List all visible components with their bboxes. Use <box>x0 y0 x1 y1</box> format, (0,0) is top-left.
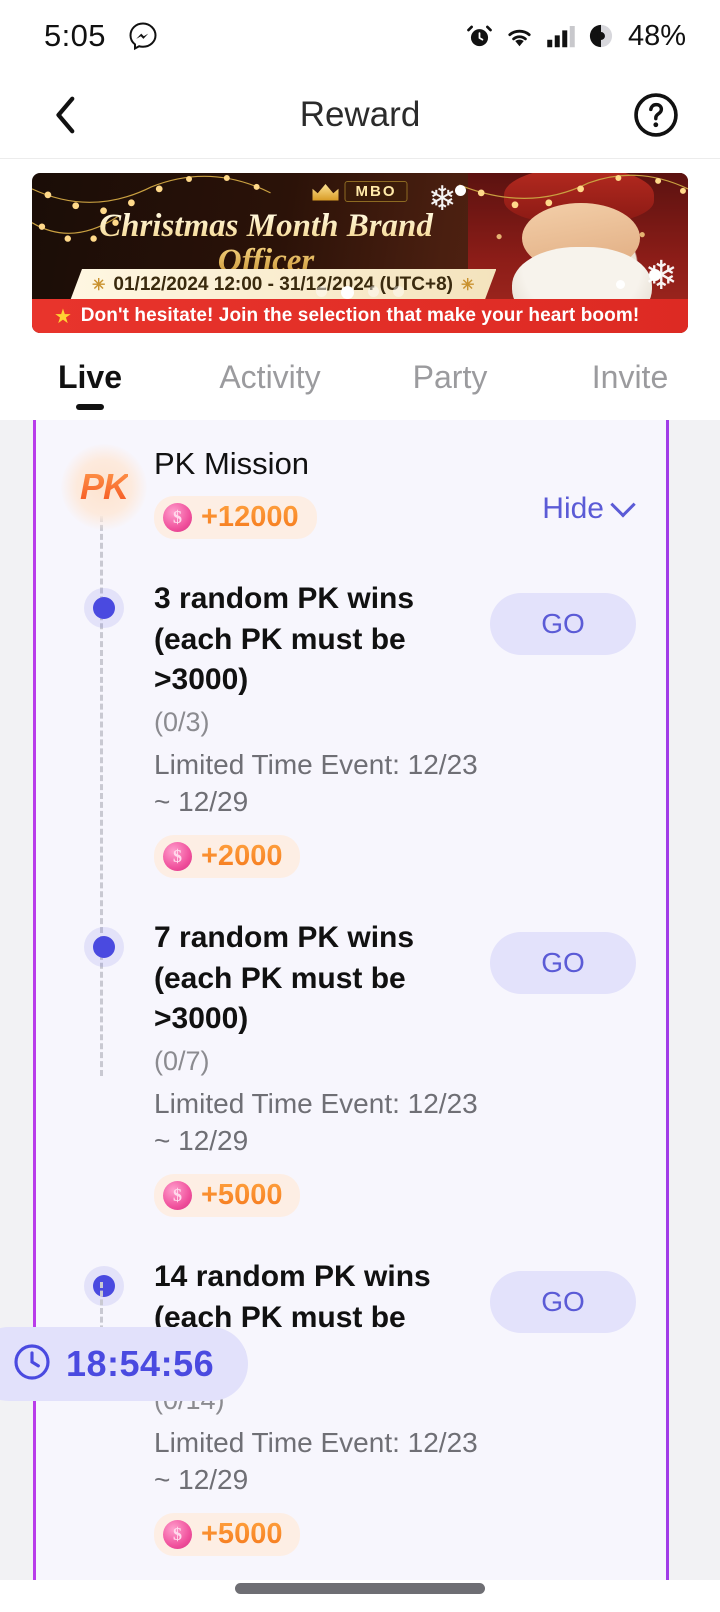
mission-scroll-area[interactable]: PK PK Mission $ +12000 Hide 3 random PK … <box>36 420 666 1580</box>
back-button[interactable] <box>38 87 94 143</box>
banner-title-line1: Christmas Month Brand Officer <box>66 209 466 278</box>
coin-icon: $ <box>163 1181 192 1211</box>
task-action-wrap: GO <box>484 918 636 1225</box>
group-icon-wrap: PK <box>58 444 150 530</box>
help-button[interactable] <box>628 87 684 143</box>
group-header: PK PK Mission $ +12000 Hide <box>36 420 666 539</box>
messenger-icon <box>128 21 158 51</box>
banner-dot[interactable] <box>316 286 327 297</box>
countdown-value: 18:54:56 <box>66 1343 215 1384</box>
group-toggle-label: Hide <box>542 492 604 525</box>
chevron-down-icon <box>610 492 636 518</box>
crown-icon <box>312 183 339 201</box>
tab-party-label: Party <box>412 359 488 395</box>
banner-dot[interactable] <box>368 286 379 297</box>
tab-invite-label: Invite <box>591 359 669 395</box>
task-progress: (0/3) <box>154 706 210 737</box>
status-bar: 5:05 48% <box>0 0 720 72</box>
alarm-icon <box>466 23 493 50</box>
group-title: PK Mission <box>154 446 310 481</box>
task-note: Limited Time Event: 12/23 ~ 12/29 <box>154 1426 478 1496</box>
task-reward-chip: $ +5000 <box>154 1174 301 1218</box>
snow-dot-2 <box>649 269 661 281</box>
status-time: 5:05 <box>44 18 106 53</box>
event-banner[interactable]: MBO Christmas Month Brand Officer Select… <box>32 173 688 333</box>
banner-dot-active[interactable] <box>341 286 354 299</box>
go-button[interactable]: GO <box>490 593 636 655</box>
tab-activity-label: Activity <box>219 359 321 395</box>
task-note: Limited Time Event: 12/23 ~ 12/29 <box>154 748 478 818</box>
phone-screen: 5:05 48% Reward MBO Christmas Month Bran… <box>0 0 720 1612</box>
snow-dot-1 <box>455 185 466 196</box>
tab-live[interactable]: Live <box>0 359 180 420</box>
wifi-icon <box>504 23 535 50</box>
task-title: 3 random PK wins (each PK must be >3000) <box>154 582 415 696</box>
task-reward-chip: $ +5000 <box>154 1513 301 1557</box>
tab-active-indicator <box>76 404 104 410</box>
task-body: 3 random PK wins (each PK must be >3000)… <box>150 579 484 886</box>
task-body: 7 random PK wins (each PK must be >3000)… <box>150 918 484 1225</box>
coin-icon: $ <box>163 503 192 532</box>
banner-ticker: ★ Don't hesitate! Join the selection tha… <box>32 299 688 333</box>
clock-icon <box>12 1342 52 1387</box>
go-button[interactable]: GO <box>490 1271 636 1334</box>
status-bar-right: 48% <box>466 20 686 53</box>
task-action-wrap: GO <box>484 1257 636 1564</box>
coin-icon: $ <box>163 1520 192 1550</box>
go-button[interactable]: GO <box>490 932 636 995</box>
task-reward-value: +5000 <box>201 1518 283 1551</box>
task-progress: (0/7) <box>154 1045 210 1076</box>
group-reward-chip: $ +12000 <box>154 496 317 539</box>
tab-bar: Live Activity Party Invite <box>0 333 720 420</box>
home-indicator <box>235 1583 485 1594</box>
group-toggle-hide[interactable]: Hide <box>542 492 636 526</box>
task-body: 14 random PK wins (each PK must be >3000… <box>150 1257 484 1564</box>
banner-dot[interactable] <box>393 286 404 297</box>
task-reward-value: +5000 <box>201 1179 283 1212</box>
task-title: 7 random PK wins (each PK must be >3000) <box>154 921 415 1036</box>
task-timeline-marker <box>58 918 150 1225</box>
battery-percent: 48% <box>627 19 686 52</box>
task-row: 14 random PK wins (each PK must be >3000… <box>36 1257 666 1564</box>
banner-ticker-text: Don't hesitate! Join the selection that … <box>80 305 640 326</box>
timeline-dot-icon <box>93 936 115 959</box>
task-timeline-marker <box>58 579 150 886</box>
tab-invite[interactable]: Invite <box>540 359 720 420</box>
task-row: 7 random PK wins (each PK must be >3000)… <box>36 918 666 1225</box>
content-frame: PK PK Mission $ +12000 Hide 3 random PK … <box>0 420 720 1580</box>
task-reward-chip: $ +2000 <box>154 835 301 879</box>
task-action-wrap: GO <box>484 579 636 886</box>
coin-icon: $ <box>163 842 192 872</box>
task-row: 3 random PK wins (each PK must be >3000)… <box>36 579 666 886</box>
task-reward-value: +2000 <box>201 840 283 873</box>
status-bar-left: 5:05 <box>44 18 158 54</box>
timeline-dot-icon <box>93 597 115 619</box>
timeline-dot-icon <box>93 1275 115 1298</box>
banner-container: MBO Christmas Month Brand Officer Select… <box>0 159 720 333</box>
cellular-signal-icon <box>546 23 576 49</box>
mission-panel: PK PK Mission $ +12000 Hide 3 random PK … <box>33 420 669 1580</box>
battery-icon <box>587 22 615 50</box>
task-note: Limited Time Event: 12/23 ~ 12/29 <box>154 1087 478 1157</box>
pk-badge-label: PK <box>79 466 129 507</box>
star-icon: ★ <box>54 305 72 328</box>
banner-logo: MBO <box>312 181 408 202</box>
nav-bar: Reward <box>0 72 720 158</box>
task-timeline-marker <box>58 1257 150 1564</box>
countdown-timer[interactable]: 18:54:56 <box>0 1327 249 1401</box>
page-title: Reward <box>299 95 421 134</box>
tab-live-label: Live <box>57 359 123 395</box>
group-reward-value: +12000 <box>201 501 299 533</box>
pk-badge-icon: PK <box>61 444 147 530</box>
banner-logo-text: MBO <box>344 181 408 202</box>
tab-activity[interactable]: Activity <box>180 359 360 420</box>
banner-pagination[interactable] <box>32 286 688 299</box>
tab-party[interactable]: Party <box>360 359 540 420</box>
snowflake-icon-1: ❄ <box>428 180 457 218</box>
